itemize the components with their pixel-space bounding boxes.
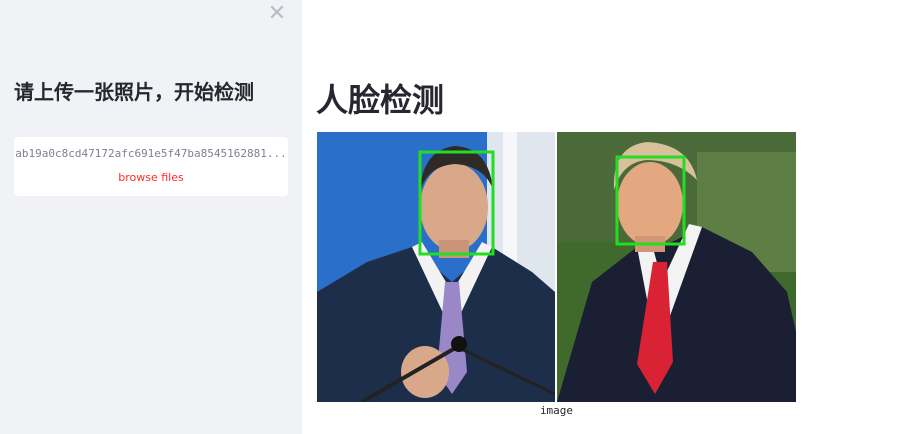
sidebar-title: 请上传一张照片，开始检测 — [14, 80, 254, 104]
sidebar: ✕ 请上传一张照片，开始检测 ab19a0c8cd47172afc691e5f4… — [0, 0, 302, 434]
face-detection-image — [317, 132, 796, 402]
close-icon[interactable]: ✕ — [266, 2, 288, 26]
image-caption: image — [539, 404, 574, 417]
uploaded-file-name: ab19a0c8cd47172afc691e5f47ba8545162881..… — [15, 147, 287, 160]
app: ✕ 请上传一张照片，开始检测 ab19a0c8cd47172afc691e5f4… — [0, 0, 898, 434]
page-title: 人脸检测 — [316, 81, 445, 119]
file-uploader[interactable]: ab19a0c8cd47172afc691e5f47ba8545162881..… — [14, 137, 288, 196]
browse-files-button[interactable]: browse files — [14, 171, 288, 184]
